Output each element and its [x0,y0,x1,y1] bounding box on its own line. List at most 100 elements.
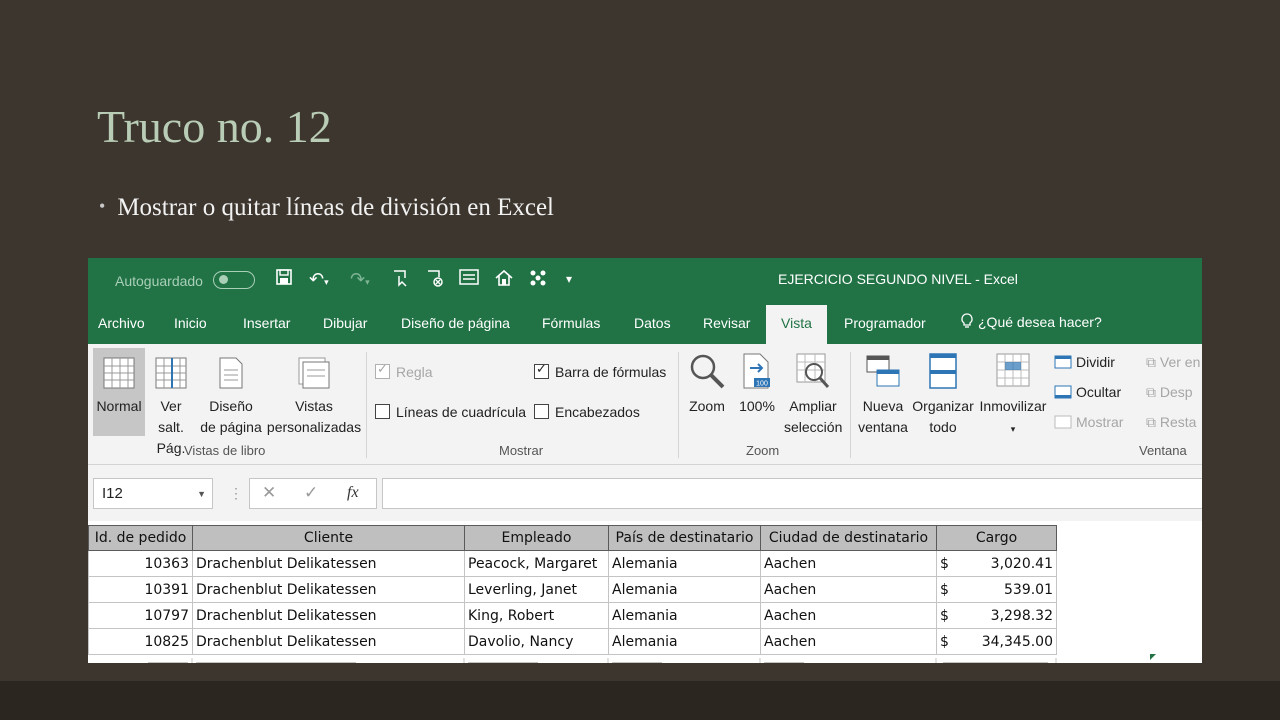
insert-function-icon[interactable]: fx [347,484,359,502]
tab-datos[interactable]: Datos [634,315,671,331]
tab-inicio[interactable]: Inicio [174,315,207,331]
name-box[interactable]: I12 ▼ [93,478,213,509]
split-label: Dividir [1076,354,1115,370]
zoom-100-button[interactable]: 100 100% [735,352,779,417]
hide-button[interactable]: Ocultar [1054,384,1121,400]
normal-view-button[interactable]: Normal [93,348,145,436]
cell-cargo[interactable]: $34,345.00 [936,628,1057,655]
name-box-dropdown-icon[interactable]: ▼ [197,489,206,499]
undo-icon[interactable]: ↶▾ [309,268,329,293]
cell-pais[interactable]: Alemania [608,550,761,577]
headings-label: Encabezados [555,404,640,420]
clear-icon[interactable] [425,268,445,293]
group-label-zoom: Zoom [746,443,780,458]
formula-bar-handle[interactable]: ⋮ [229,485,243,502]
magnifier-icon [690,354,725,389]
header-id-pedido[interactable]: Id. de pedido [88,525,193,551]
amount: 3,298.32 [990,607,1053,624]
ribbon-tabs: Archivo Inicio Insertar Dibujar Diseño d… [88,302,1202,344]
shapes-icon[interactable] [528,268,548,293]
header-ciudad[interactable]: Ciudad de destinatario [760,525,937,551]
autosave-label: Autoguardado [115,273,203,289]
tab-programador[interactable]: Programador [844,315,926,331]
group-label-vistas-de-libro: Vistas de libro [184,443,266,458]
cell-cliente[interactable]: Drachenblut Delikatessen [192,628,465,655]
formula-bar-checkbox[interactable]: Barra de fórmulas [534,361,666,380]
cell-pais[interactable]: Alemania [608,576,761,603]
headings-checkbox[interactable]: Encabezados [534,404,640,420]
gridlines-checkbox[interactable]: Líneas de cuadrícula [375,404,526,420]
normal-view-label: Normal [96,398,142,414]
tab-insertar[interactable]: Insertar [243,315,290,331]
synchronous-scrolling-button[interactable]: ⧉ Desp [1146,384,1193,401]
tab-revisar[interactable]: Revisar [703,315,750,331]
arrange-all-button[interactable]: Organizar todo [912,352,974,438]
page-layout-button[interactable]: Diseño de página [199,356,263,438]
custom-views-button[interactable]: Vistas personalizadas [264,356,364,438]
autosave-toggle[interactable] [213,271,255,289]
cell-pais[interactable]: Alemania [608,628,761,655]
cell-cliente[interactable]: Drachenblut Delikatessen [192,550,465,577]
reset-window-position-button[interactable]: ⧉ Resta [1146,414,1196,431]
formula-input[interactable] [382,478,1202,509]
page-break-label-1: Ver salt. [158,398,184,435]
redo-icon[interactable]: ↷▾ [350,268,370,293]
zoom-100-icon: 100 [743,353,770,389]
enter-icon[interactable]: ✓ [304,483,318,503]
clipped-row-lines [148,658,1057,663]
table-row: 10363 Drachenblut Delikatessen Peacock, … [88,550,1057,577]
new-window-button[interactable]: Nueva ventana [855,352,911,438]
gridlines-label: Líneas de cuadrícula [396,404,526,420]
worksheet-grid: Id. de pedido Cliente Empleado País de d… [88,525,1057,655]
cell-ciudad[interactable]: Aachen [760,602,937,629]
cell-ciudad[interactable]: Aachen [760,550,937,577]
unhide-button[interactable]: Mostrar [1054,414,1123,430]
form-icon[interactable] [459,268,479,291]
bullet-dot: • [99,196,106,216]
zoom-selection-label-2: selección [784,419,843,435]
tell-me-box[interactable]: ¿Qué desea hacer? [960,313,1102,330]
zoom-100-badge: 100 [756,381,768,388]
customize-qat-icon[interactable]: ▾ [566,268,572,290]
view-side-by-side-button[interactable]: ⧉ Ver en [1146,354,1200,371]
header-pais[interactable]: País de destinatario [608,525,761,551]
cell-cargo[interactable]: $3,298.32 [936,602,1057,629]
amount: 34,345.00 [981,633,1053,650]
zoom-to-selection-button[interactable]: Ampliar selección [784,352,842,438]
touch-mode-icon[interactable] [391,268,411,293]
tab-vista[interactable]: Vista [766,305,827,344]
cell-ciudad[interactable]: Aachen [760,576,937,603]
header-empleado[interactable]: Empleado [464,525,609,551]
freeze-panes-button[interactable]: Inmovilizar ▾ [977,352,1049,440]
header-cargo[interactable]: Cargo [936,525,1057,551]
tab-formulas[interactable]: Fórmulas [542,315,600,331]
freeze-panes-icon [996,353,1030,387]
tab-dibujar[interactable]: Dibujar [323,315,367,331]
cell-cargo[interactable]: $3,020.41 [936,550,1057,577]
cell-cargo[interactable]: $539.01 [936,576,1057,603]
money-value: $3,298.32 [940,608,1053,624]
cell-cliente[interactable]: Drachenblut Delikatessen [192,602,465,629]
cell-empleado[interactable]: Leverling, Janet [464,576,609,603]
tell-me-text: ¿Qué desea hacer? [978,314,1102,330]
cell-id[interactable]: 10363 [88,550,193,577]
save-icon[interactable] [275,268,293,291]
ruler-checkbox[interactable]: Regla [375,361,433,380]
cell-pais[interactable]: Alemania [608,602,761,629]
home-icon[interactable] [494,268,514,293]
ribbon-separator [678,352,679,458]
header-cliente[interactable]: Cliente [192,525,465,551]
split-button[interactable]: Dividir [1054,354,1115,370]
cell-empleado[interactable]: King, Robert [464,602,609,629]
cancel-icon[interactable]: ✕ [262,483,276,503]
cell-empleado[interactable]: Davolio, Nancy [464,628,609,655]
cell-id[interactable]: 10797 [88,602,193,629]
cell-cliente[interactable]: Drachenblut Delikatessen [192,576,465,603]
cell-id[interactable]: 10825 [88,628,193,655]
cell-id[interactable]: 10391 [88,576,193,603]
cell-empleado[interactable]: Peacock, Margaret [464,550,609,577]
tab-archivo[interactable]: Archivo [98,315,145,331]
tab-diseno-de-pagina[interactable]: Diseño de página [401,315,510,331]
cell-ciudad[interactable]: Aachen [760,628,937,655]
zoom-button[interactable]: Zoom [684,352,730,417]
